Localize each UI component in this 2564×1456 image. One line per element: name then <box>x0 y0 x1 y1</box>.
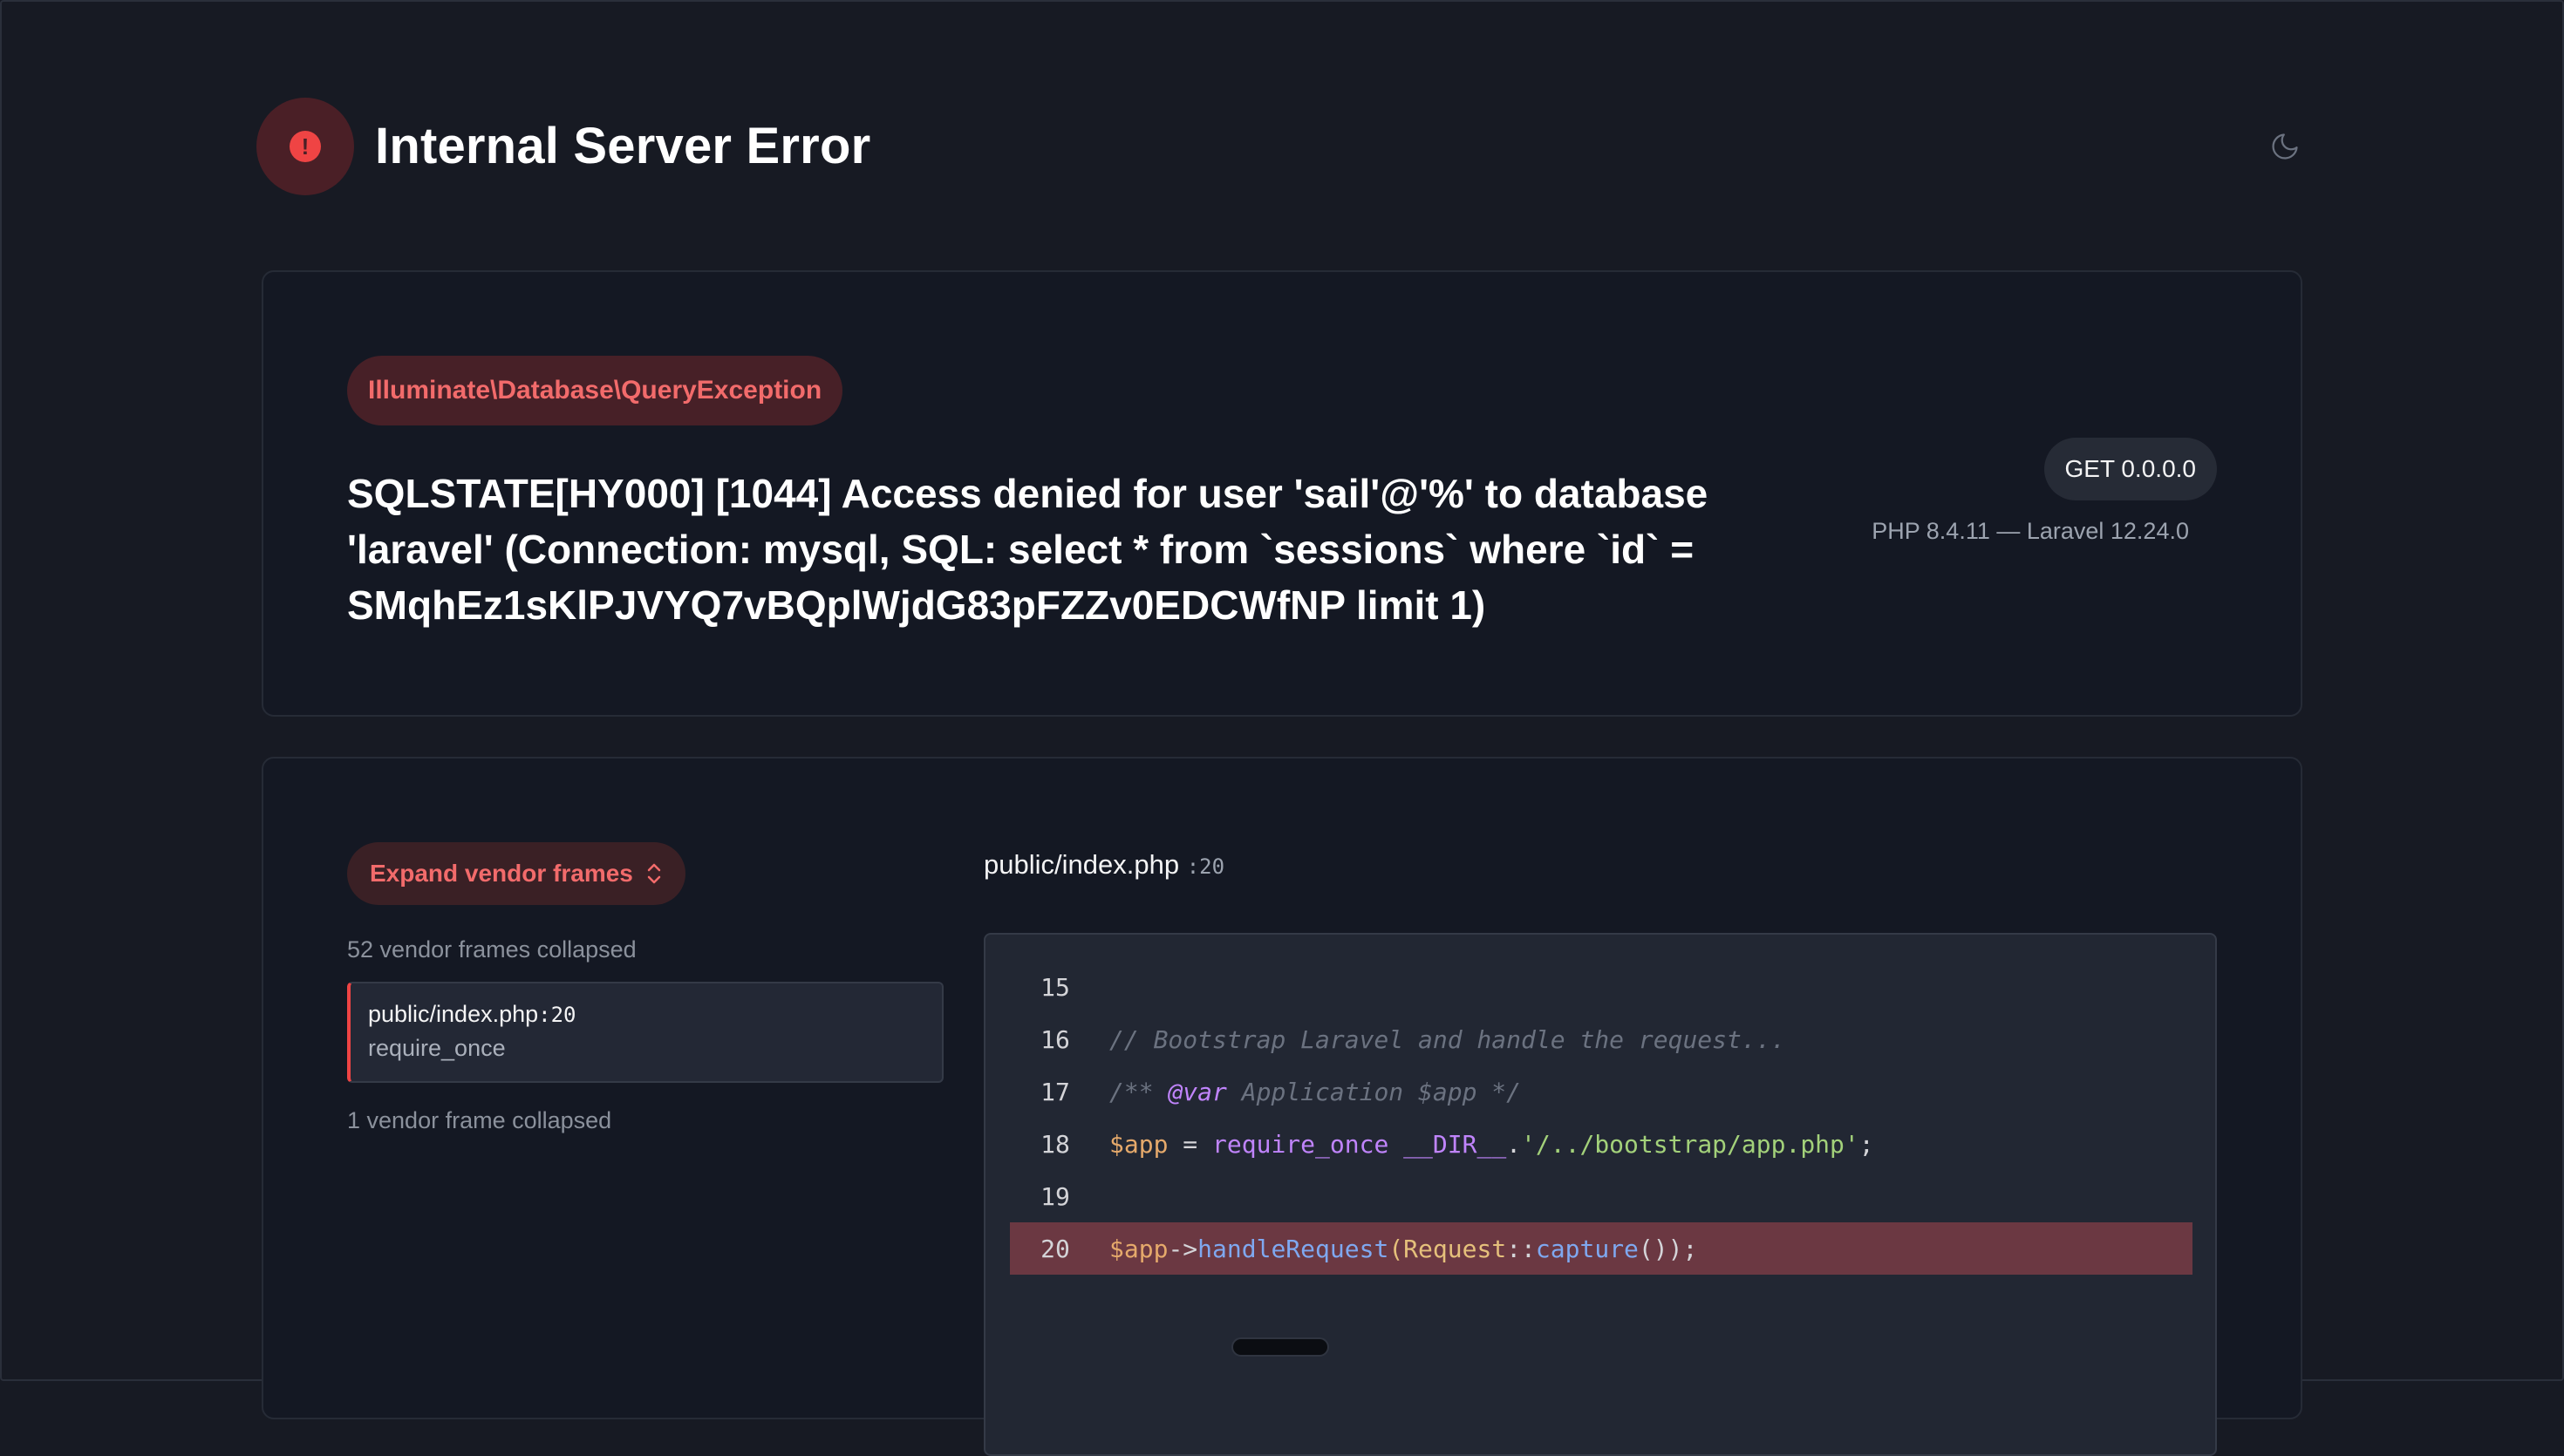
line-source: $app = require_once __DIR__.'/../bootstr… <box>1101 1130 1874 1159</box>
token-op: -> <box>1168 1234 1198 1263</box>
page-title: Internal Server Error <box>375 118 871 174</box>
doc-tag: @var <box>1168 1077 1227 1106</box>
code-file-name: public/index.php <box>984 849 1180 880</box>
frame-line: :20 <box>538 1003 576 1027</box>
collapsed-vendor-frames[interactable]: 52 vendor frames collapsed <box>347 936 637 963</box>
exception-card: Illuminate\Database\QueryException SQLST… <box>262 270 2302 717</box>
stack-frame-item[interactable]: public/index.php:20 require_once <box>347 982 944 1083</box>
code-line-highlighted: 20 $app->handleRequest(Request::capture(… <box>1010 1222 2192 1275</box>
code-line: 18 $app = require_once __DIR__.'/../boot… <box>1010 1118 2217 1170</box>
code-line: 19 <box>1010 1170 2217 1222</box>
doc-open: /** <box>1109 1077 1169 1106</box>
code-line: 15 <box>1010 961 2217 1013</box>
token-end: ()); <box>1638 1234 1698 1263</box>
collapsed-vendor-frames-after[interactable]: 1 vendor frame collapsed <box>347 1107 611 1134</box>
scroll-handle[interactable] <box>1231 1337 1329 1357</box>
token-string: '/../bootstrap/app.php' <box>1521 1129 1859 1159</box>
expand-label: Expand vendor frames <box>370 860 633 887</box>
frame-file-path: public/index.php <box>368 1001 539 1027</box>
chevron-up-down-icon <box>647 863 661 884</box>
exception-message: SQLSTATE[HY000] [1044] Access denied for… <box>347 471 1708 628</box>
line-source: /** @var Application $app */ <box>1101 1078 1521 1106</box>
exclamation-circle-icon: ! <box>256 98 354 195</box>
code-line: 17 /** @var Application $app */ <box>1010 1065 2217 1118</box>
code-file-path: public/index.php :20 <box>984 849 1224 881</box>
token-op: :: <box>1506 1234 1536 1263</box>
token-function: capture <box>1535 1234 1639 1263</box>
request-badge: GET 0.0.0.0 <box>2043 438 2217 500</box>
token-class: Request <box>1403 1234 1507 1263</box>
moon-icon[interactable] <box>2267 129 2302 164</box>
expand-vendor-frames-button[interactable]: Expand vendor frames <box>347 842 685 905</box>
version-info: PHP 8.4.11 — Laravel 12.24.0 <box>1872 518 2189 544</box>
line-number: 15 <box>1040 972 1070 1002</box>
code-line: 16 // Bootstrap Laravel and handle the r… <box>1010 1013 2217 1065</box>
token-keyword: require_once <box>1212 1129 1389 1159</box>
code-snippet: 15 16 // Bootstrap Laravel and handle th… <box>984 933 2217 1456</box>
line-number: 20 <box>1040 1234 1070 1263</box>
frame-function: require_once <box>368 1035 506 1061</box>
token-var: $app <box>1109 1129 1169 1159</box>
line-source: // Bootstrap Laravel and handle the requ… <box>1109 1024 1786 1054</box>
line-number: 18 <box>1040 1129 1070 1159</box>
doc-rest: Application $app */ <box>1226 1077 1522 1106</box>
token-const: __DIR__ <box>1388 1129 1507 1159</box>
token-op: . <box>1506 1129 1522 1159</box>
line-number: 16 <box>1040 1024 1070 1054</box>
stack-trace-card: Expand vendor frames 52 vendor frames co… <box>262 757 2302 1456</box>
token-op: = <box>1168 1129 1213 1159</box>
line-source: $app->handleRequest(Request::capture()); <box>1101 1235 1697 1263</box>
line-number: 17 <box>1040 1077 1070 1106</box>
token-var: $app <box>1109 1234 1169 1263</box>
code-line-number: :20 <box>1186 854 1225 879</box>
token-paren: ( <box>1388 1234 1404 1263</box>
line-number: 19 <box>1040 1181 1070 1211</box>
page-header: ! Internal Server Error <box>256 98 2302 195</box>
exception-class-badge: Illuminate\Database\QueryException <box>347 356 843 425</box>
token-function: handleRequest <box>1197 1234 1389 1263</box>
frame-file: public/index.php:20 <box>368 1001 924 1028</box>
token-end: ; <box>1858 1129 1874 1159</box>
